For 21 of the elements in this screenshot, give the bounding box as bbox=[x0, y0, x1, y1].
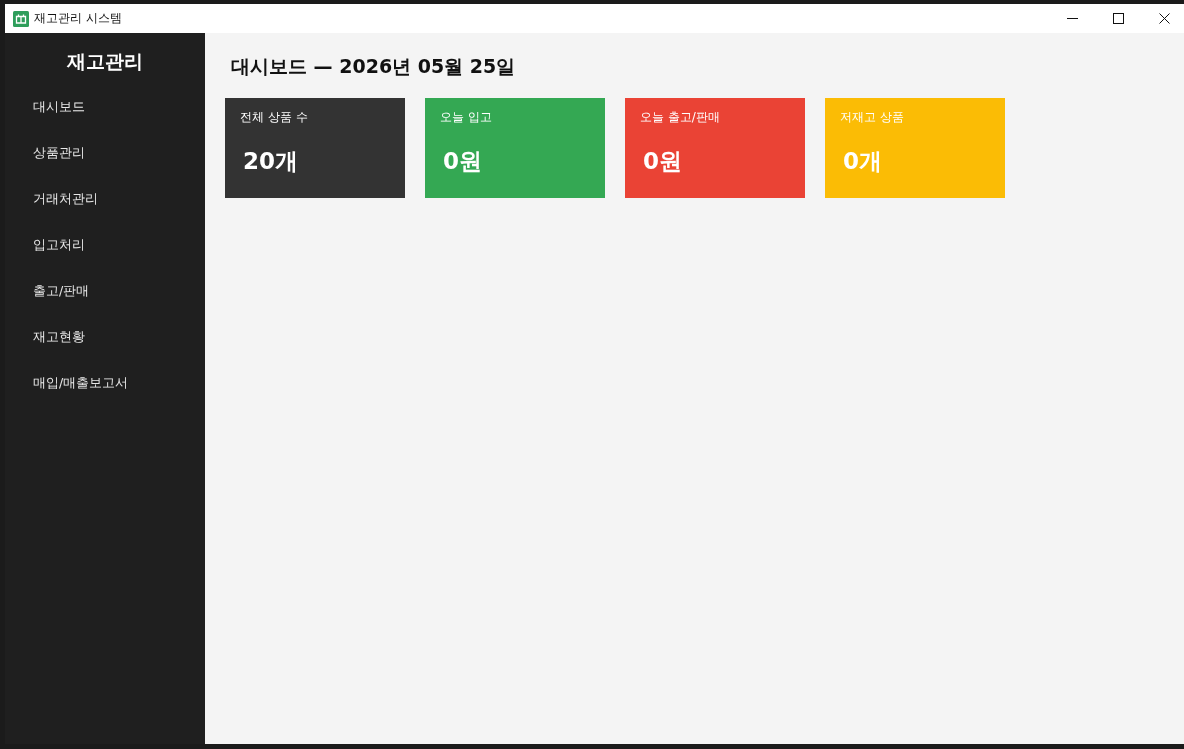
page-heading: 대시보드 — 2026년 05월 25일 bbox=[230, 54, 517, 79]
stat-value: 0개 bbox=[842, 147, 882, 176]
sidebar-item[interactable]: 출고/판매 bbox=[5, 268, 205, 314]
sidebar-item[interactable]: 상품관리 bbox=[5, 130, 205, 176]
stat-value: 0원 bbox=[442, 147, 482, 176]
stat-label: 오늘 출고/판매 bbox=[640, 109, 720, 125]
box-icon bbox=[13, 10, 29, 27]
sidebar-title: 재고관리 bbox=[66, 49, 144, 74]
window-title: 재고관리 시스템 bbox=[34, 10, 122, 27]
sidebar-item[interactable]: 입고처리 bbox=[5, 222, 205, 268]
stat-value: 0원 bbox=[642, 147, 682, 176]
stat-label: 저재고 상품 bbox=[840, 109, 904, 125]
stat-label: 오늘 입고 bbox=[440, 109, 492, 125]
stat-label: 전체 상품 수 bbox=[240, 109, 308, 125]
sidebar-item[interactable]: 거래처관리 bbox=[5, 176, 205, 222]
sidebar-item[interactable]: 대시보드 bbox=[5, 84, 205, 130]
close-icon[interactable] bbox=[1159, 13, 1170, 24]
sidebar-item[interactable]: 매입/매출보고서 bbox=[5, 360, 205, 406]
stat-value: 20개 bbox=[242, 147, 298, 176]
sidebar-item[interactable]: 재고현황 bbox=[5, 314, 205, 360]
maximize-icon[interactable] bbox=[1113, 13, 1124, 24]
